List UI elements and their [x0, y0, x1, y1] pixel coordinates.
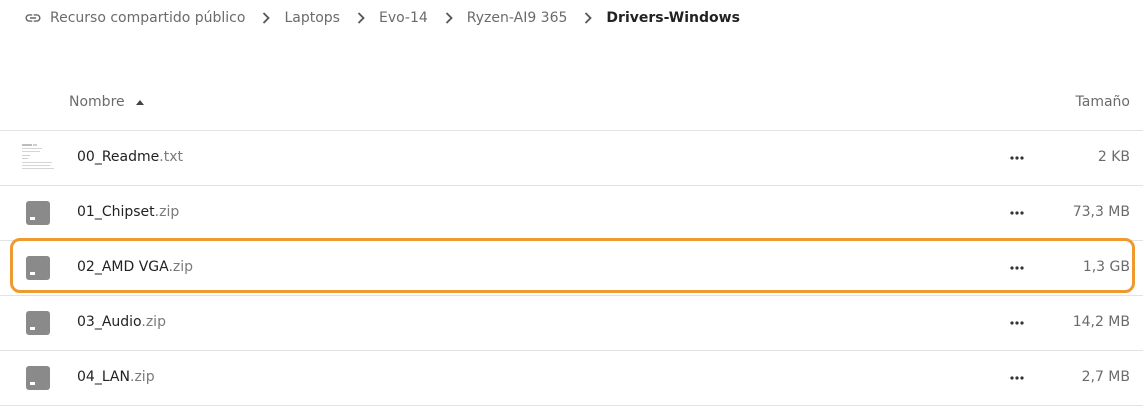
file-row-chipset[interactable]: 01_Chipset.zip 73,3 MB [0, 186, 1143, 241]
file-basename: 03_Audio [77, 314, 142, 330]
column-header-name[interactable]: Nombre [69, 94, 145, 110]
public-share-file-list: Recurso compartido público Laptops Evo-1… [0, 0, 1143, 407]
file-basename: 04_LAN [77, 369, 130, 385]
breadcrumb-item-evo-14[interactable]: Evo-14 [379, 10, 428, 26]
file-name[interactable]: 00_Readme.txt [77, 149, 183, 165]
text-file-thumbnail [20, 140, 56, 176]
breadcrumb-item-ryzen[interactable]: Ryzen-AI9 365 [467, 10, 568, 26]
file-basename: 00_Readme [77, 149, 160, 165]
file-extension: .txt [159, 149, 183, 165]
file-extension: .zip [130, 369, 155, 385]
column-header-size[interactable]: Tamaño [1076, 94, 1130, 110]
more-actions-icon[interactable] [1006, 258, 1028, 278]
chevron-right-icon [445, 12, 453, 24]
file-size: 2,7 MB [1081, 369, 1130, 385]
breadcrumb-root[interactable]: Recurso compartido público [50, 10, 245, 26]
file-size: 1,3 GB [1082, 259, 1130, 275]
more-actions-icon[interactable] [1006, 313, 1028, 333]
column-header-name-label: Nombre [69, 94, 125, 110]
chevron-right-icon [584, 12, 593, 24]
archive-file-icon [26, 366, 50, 390]
chevron-right-icon [357, 12, 365, 24]
file-size: 73,3 MB [1072, 204, 1130, 220]
link-icon [24, 9, 42, 27]
file-extension: .zip [141, 314, 166, 330]
more-actions-icon[interactable] [1006, 203, 1028, 223]
file-name[interactable]: 02_AMD VGA.zip [77, 259, 193, 275]
file-size: 2 KB [1097, 149, 1130, 165]
breadcrumb: Recurso compartido público Laptops Evo-1… [24, 8, 740, 28]
archive-file-icon [26, 311, 50, 335]
sort-ascending-icon [135, 98, 145, 106]
file-name[interactable]: 04_LAN.zip [77, 369, 155, 385]
file-size: 14,2 MB [1072, 314, 1130, 330]
file-row-amd-vga[interactable]: 02_AMD VGA.zip 1,3 GB [0, 241, 1143, 296]
archive-file-icon [26, 201, 50, 225]
file-row-lan[interactable]: 04_LAN.zip 2,7 MB [0, 351, 1143, 406]
file-row-audio[interactable]: 03_Audio.zip 14,2 MB [0, 296, 1143, 351]
chevron-right-icon [262, 12, 271, 24]
more-actions-icon[interactable] [1006, 148, 1028, 168]
breadcrumb-current: Drivers-Windows [606, 10, 740, 26]
file-basename: 02_AMD VGA [77, 259, 169, 275]
file-extension: .zip [154, 204, 180, 220]
file-row-readme[interactable]: 00_Readme.txt 2 KB [0, 131, 1143, 186]
file-extension: .zip [168, 259, 194, 275]
more-actions-icon[interactable] [1006, 368, 1028, 388]
file-list: 00_Readme.txt 2 KB 01_Chipset.zip 73,3 M… [0, 131, 1143, 406]
file-list-header: Nombre Tamaño [0, 78, 1143, 131]
archive-file-icon [26, 256, 50, 280]
file-name[interactable]: 03_Audio.zip [77, 314, 166, 330]
file-name[interactable]: 01_Chipset.zip [77, 204, 179, 220]
file-basename: 01_Chipset [77, 204, 155, 220]
breadcrumb-item-laptops[interactable]: Laptops [284, 10, 340, 26]
